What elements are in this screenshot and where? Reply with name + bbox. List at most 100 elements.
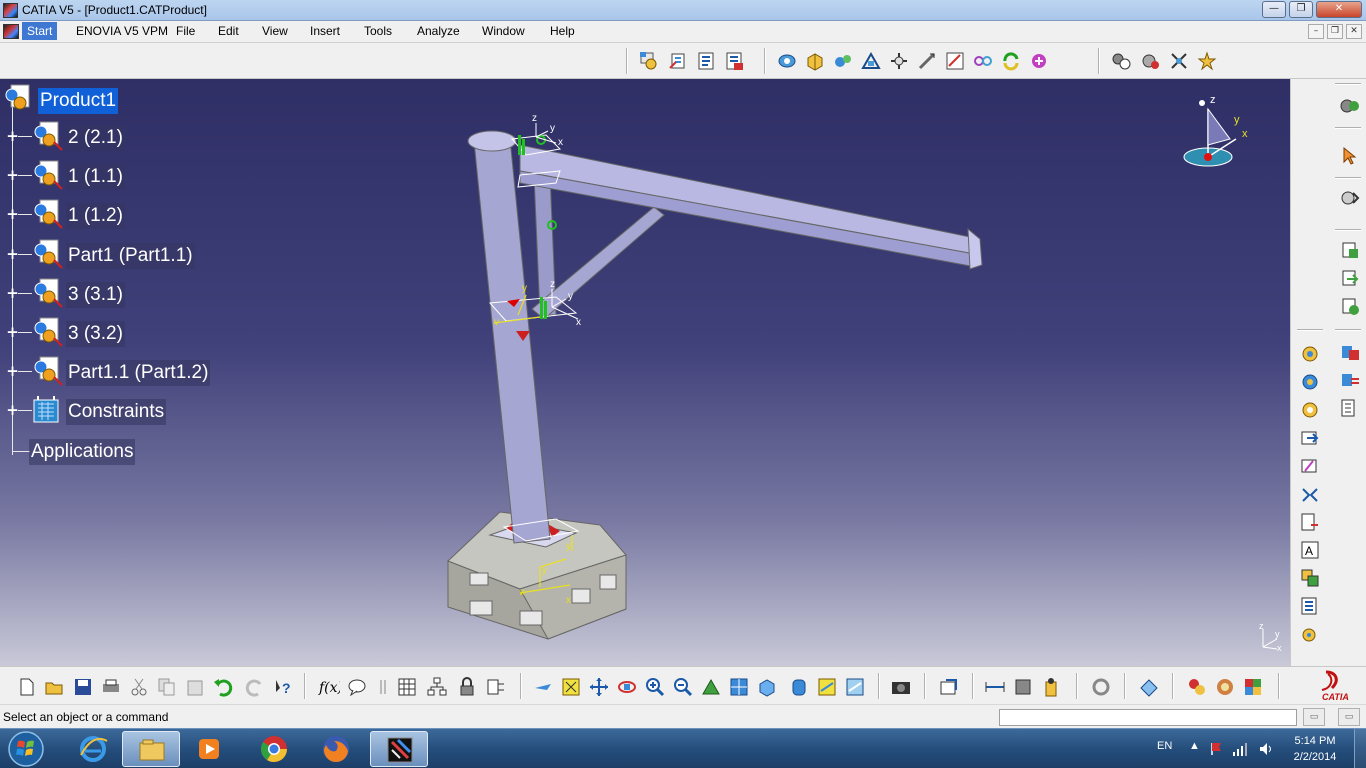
new-file-icon[interactable] — [16, 676, 38, 698]
tree-node-1-1[interactable]: + 1 (1.1) — [0, 160, 200, 192]
flag-note-icon[interactable] — [1299, 567, 1321, 589]
formula-icon[interactable]: f(x) — [318, 676, 343, 698]
tree-node-3-2[interactable]: + 3 (3.2) — [0, 317, 200, 349]
menu-tools[interactable]: Tools — [364, 24, 392, 38]
catalog-browser-icon[interactable] — [1110, 50, 1132, 72]
gear-3-icon[interactable] — [1299, 399, 1321, 421]
tree-node-1-2[interactable]: + 1 (1.2) — [0, 199, 200, 231]
gear-settings-icon[interactable] — [1299, 623, 1321, 645]
angle-icon[interactable] — [1299, 427, 1321, 449]
menu-edit[interactable]: Edit — [218, 24, 239, 38]
iso-view-icon[interactable] — [756, 676, 778, 698]
print-icon[interactable] — [100, 676, 122, 698]
network-icon[interactable] — [1232, 741, 1248, 757]
lock-icon[interactable] — [456, 676, 478, 698]
comment-icon[interactable] — [346, 676, 368, 698]
scene-icon[interactable] — [1168, 50, 1190, 72]
start-menu-icon[interactable] — [3, 24, 19, 39]
command-history-button[interactable]: ▭ — [1303, 708, 1325, 726]
zoom-in-icon[interactable] — [644, 676, 666, 698]
paste-icon[interactable] — [184, 676, 206, 698]
redo-icon[interactable] — [244, 676, 266, 698]
smart-move-icon[interactable] — [832, 50, 854, 72]
taskbar-internet-explorer[interactable] — [64, 731, 122, 767]
show-desktop-button[interactable] — [1354, 729, 1366, 768]
tree-node-part1-1[interactable]: + Part1 (Part1.1) — [0, 239, 220, 271]
taskbar-firefox[interactable] — [307, 731, 365, 767]
windows-start-orb[interactable] — [4, 730, 48, 768]
measure-item-icon[interactable] — [1012, 676, 1034, 698]
rotate-icon[interactable] — [616, 676, 638, 698]
menu-enovia[interactable]: ENOVIA V5 VPM — [76, 24, 168, 38]
menu-start[interactable]: Start — [22, 22, 58, 40]
minimize-button[interactable]: — — [1262, 1, 1286, 18]
save-icon[interactable] — [72, 676, 94, 698]
taskbar-explorer[interactable] — [122, 731, 180, 767]
workbench-icon[interactable] — [1339, 95, 1361, 117]
publish-icon[interactable] — [938, 676, 960, 698]
menu-window[interactable]: Window — [482, 24, 525, 38]
close-button[interactable]: ✕ — [1316, 1, 1362, 18]
fix-icon[interactable] — [1299, 455, 1321, 477]
update-icon[interactable] — [1000, 50, 1022, 72]
insert-new-part-icon[interactable] — [696, 50, 718, 72]
hide-show-icon[interactable] — [816, 676, 838, 698]
cut-icon[interactable] — [128, 676, 150, 698]
sectioning-icon[interactable] — [944, 50, 966, 72]
swap-visible-space-icon[interactable] — [844, 676, 866, 698]
normal-view-icon[interactable] — [700, 676, 722, 698]
fit-all-icon[interactable] — [560, 676, 582, 698]
view-annotation-icon[interactable] — [1299, 595, 1321, 617]
snap-icon[interactable] — [804, 50, 826, 72]
offset-icon[interactable] — [1339, 397, 1361, 419]
system-clock[interactable]: 5:14 PM 2/2/2014 — [1280, 733, 1350, 765]
tree-root-product1[interactable]: Product1 — [0, 84, 200, 114]
taskbar-chrome[interactable] — [245, 731, 303, 767]
contact-icon[interactable] — [1339, 369, 1361, 391]
pan-icon[interactable] — [588, 676, 610, 698]
clash-detection-icon[interactable] — [1138, 676, 1160, 698]
tree-node-applications[interactable]: Applications — [0, 437, 200, 467]
coincidence-icon[interactable] — [1339, 341, 1361, 363]
new-product-icon[interactable] — [1339, 267, 1361, 289]
capture-icon[interactable] — [890, 676, 912, 698]
knowledge-icon[interactable] — [372, 676, 394, 698]
tree-node-2-1[interactable]: + 2 (2.1) — [0, 121, 200, 153]
bill-of-material-icon[interactable] — [1140, 50, 1162, 72]
zoom-out-icon[interactable] — [672, 676, 694, 698]
menu-help[interactable]: Help — [550, 24, 575, 38]
menu-file[interactable]: File — [176, 24, 195, 38]
volume-icon[interactable] — [1258, 741, 1274, 757]
manipulation-icon[interactable] — [776, 50, 798, 72]
table-icon[interactable] — [396, 676, 418, 698]
fix-together-2-icon[interactable] — [1299, 483, 1321, 505]
clash-icon[interactable] — [916, 50, 938, 72]
tree-node-constraints[interactable]: + Constraints — [0, 396, 200, 427]
action-center-icon[interactable] — [1209, 741, 1225, 757]
replace-component-icon[interactable] — [724, 50, 746, 72]
doc-minimize-button[interactable]: – — [1308, 24, 1324, 39]
menu-analyze[interactable]: Analyze — [417, 24, 460, 38]
taskbar-media-player[interactable] — [180, 731, 238, 767]
taskbar-catia[interactable] — [370, 731, 428, 767]
doc-close-button[interactable]: ✕ — [1346, 24, 1362, 39]
hierarchy-icon[interactable] — [426, 676, 448, 698]
multi-view-icon[interactable] — [728, 676, 750, 698]
whats-this-icon[interactable]: ? — [272, 676, 294, 698]
new-component-icon[interactable] — [1339, 239, 1361, 261]
swept-volume-icon[interactable] — [1090, 676, 1112, 698]
existing-component-icon[interactable] — [668, 50, 690, 72]
fly-mode-icon[interactable] — [532, 676, 554, 698]
explode-icon[interactable] — [860, 50, 882, 72]
menu-view[interactable]: View — [262, 24, 288, 38]
tree-node-3-1[interactable]: + 3 (3.1) — [0, 278, 200, 310]
color-palette-icon[interactable] — [1242, 676, 1264, 698]
3d-viewport[interactable]: y v y y x x z y x z y x Product1 + 2 (2.… — [0, 79, 1290, 666]
command-input[interactable] — [999, 709, 1297, 726]
compass[interactable]: z y x — [1180, 87, 1250, 177]
tree-node-part1-2[interactable]: + Part1.1 (Part1.2) — [0, 356, 230, 388]
catia-app-icon[interactable] — [3, 3, 18, 18]
new-part-icon[interactable] — [1339, 295, 1361, 317]
material-icon[interactable] — [1186, 676, 1208, 698]
copy-icon[interactable] — [156, 676, 178, 698]
